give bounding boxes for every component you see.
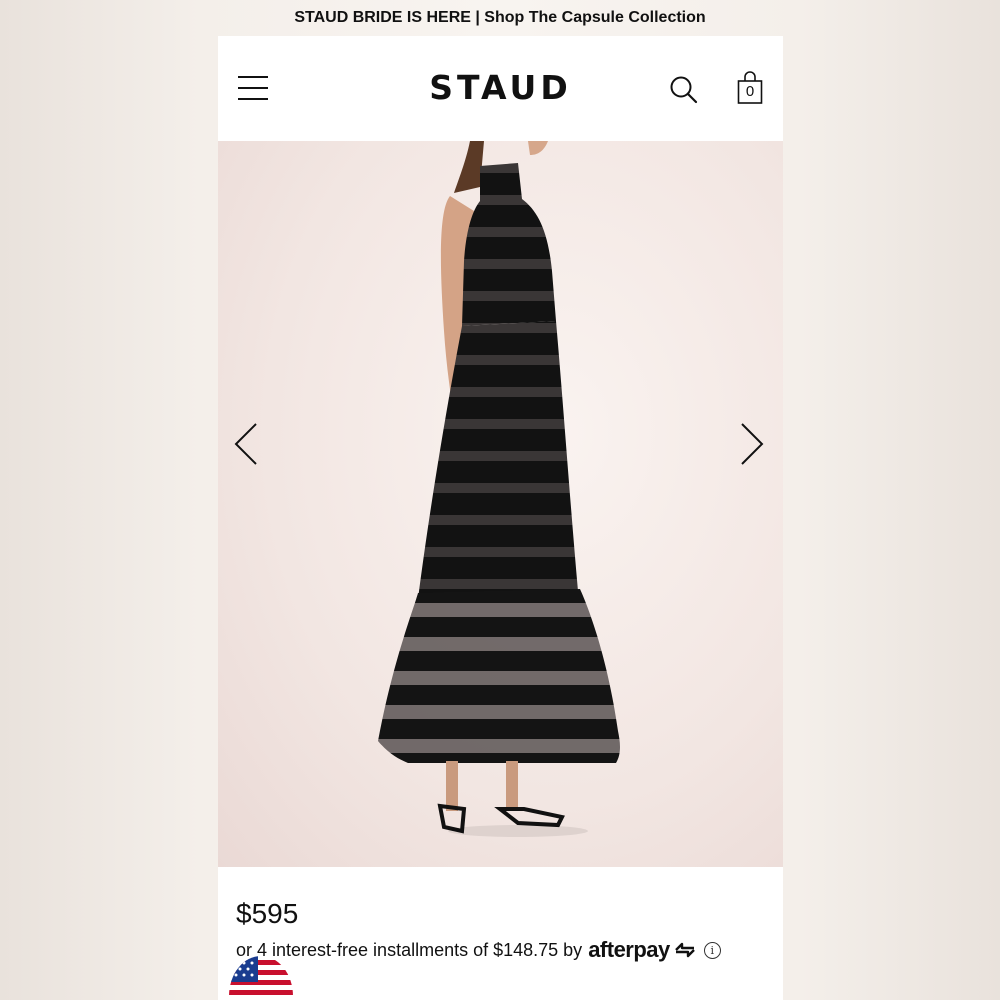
info-icon[interactable]: i (703, 941, 721, 959)
chevron-right-icon (741, 423, 764, 465)
promo-banner[interactable]: STAUD BRIDE IS HERE | Shop The Capsule C… (0, 0, 1000, 36)
product-image-gallery[interactable] (218, 141, 783, 867)
shopping-bag-icon[interactable]: 0 (736, 71, 764, 107)
product-price: $595 (236, 898, 299, 929)
chevron-left-icon (234, 423, 257, 465)
product-image (378, 141, 620, 837)
next-image-button[interactable] (738, 421, 766, 467)
afterpay-installments: or 4 interest-free installments of $148.… (236, 937, 776, 963)
bag-count: 0 (745, 83, 755, 100)
search-icon[interactable] (668, 74, 700, 106)
us-flag-icon[interactable] (228, 956, 294, 1000)
previous-image-button[interactable] (232, 421, 260, 467)
afterpay-arrows-icon (674, 942, 695, 958)
mobile-page: STAUD 0 $595 or 4 interest-free installm… (218, 36, 783, 1000)
site-header: STAUD 0 (218, 36, 783, 141)
afterpay-logo[interactable]: afterpay (588, 937, 670, 963)
